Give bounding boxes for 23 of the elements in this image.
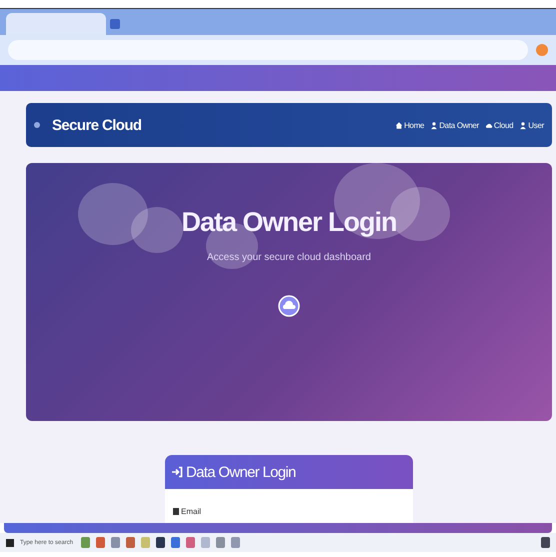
nav-link[interactable]: Home [395, 120, 424, 130]
login-icon [171, 466, 183, 478]
app-icon[interactable] [171, 537, 180, 548]
profile-icon[interactable] [536, 44, 548, 56]
nav-link[interactable]: Data Owner [430, 120, 479, 130]
app-icon[interactable] [156, 537, 165, 548]
card-title: Data Owner Login [186, 464, 296, 480]
field-label: Email [181, 507, 202, 516]
brand-title[interactable]: Secure Cloud [52, 116, 396, 134]
dot-icon [34, 122, 40, 128]
bubble-shape [131, 207, 183, 253]
app-icon[interactable] [126, 537, 135, 548]
home-icon [395, 120, 404, 130]
new-tab-button[interactable] [110, 19, 120, 29]
tray-icon[interactable] [541, 537, 550, 548]
nav-link[interactable]: User [519, 120, 544, 130]
hero-subtitle: Access your secure cloud dashboard [207, 252, 371, 263]
start-icon[interactable] [6, 538, 14, 546]
nav-link[interactable]: Cloud [484, 120, 514, 130]
hero-title: Data Owner Login [181, 207, 397, 238]
cloud-icon [278, 295, 300, 317]
user-icon [519, 120, 528, 130]
user-icon [430, 120, 438, 130]
